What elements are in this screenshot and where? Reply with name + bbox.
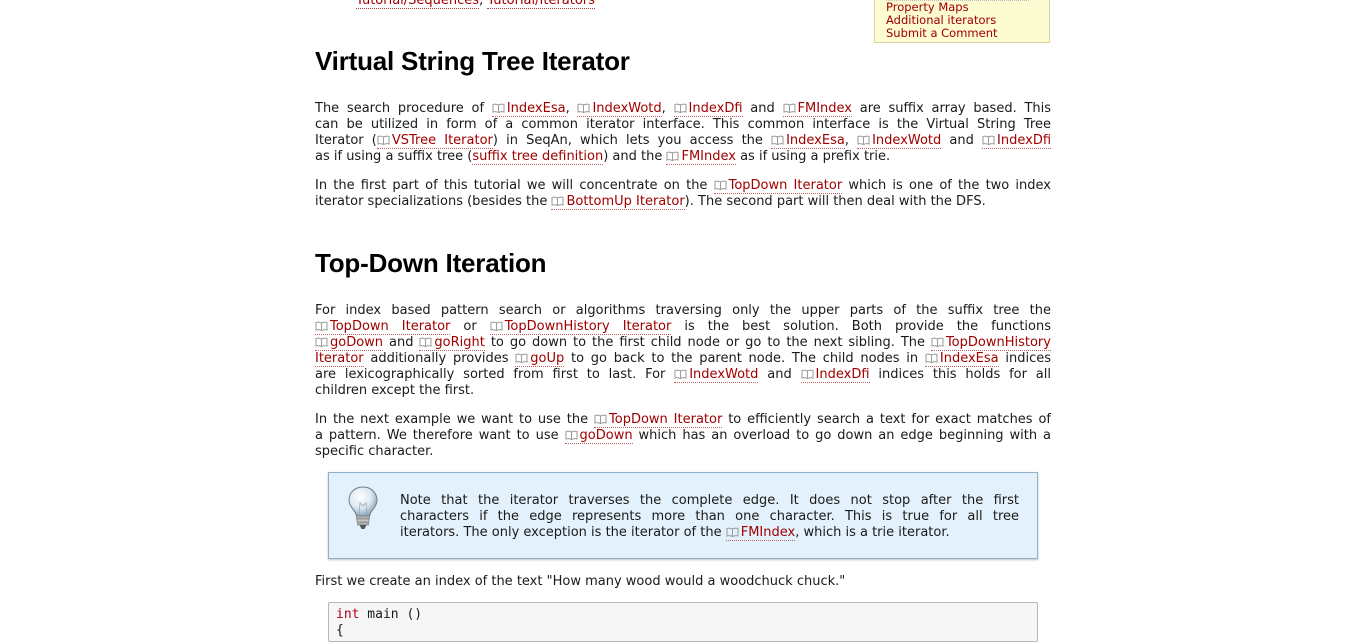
book-icon — [551, 196, 564, 206]
book-icon — [490, 321, 503, 331]
ref-fmindex[interactable]: FMIndex — [782, 101, 852, 117]
book-icon — [565, 430, 578, 440]
ref-godown[interactable]: goDown — [315, 335, 384, 351]
code-text: main () — [359, 607, 423, 622]
text-line: can be utilized in form of a common iter… — [315, 117, 1051, 132]
text-line: For index based pattern search or algori… — [315, 303, 1051, 318]
paragraph-suffix-array-intro: The search procedure of IndexEsa, IndexW… — [315, 101, 1052, 165]
book-icon — [674, 103, 687, 113]
text-line: are lexicographically sorted from first … — [315, 367, 1051, 383]
text-line: as if using a suffix tree (suffix tree d… — [315, 149, 891, 165]
book-icon — [666, 151, 679, 161]
text-line: goDown and goRight to go down to the fir… — [315, 335, 1051, 351]
link-suffix-tree-definition[interactable]: suffix tree definition — [472, 149, 604, 165]
note-text: Note that the iterator traverses the com… — [400, 493, 1019, 541]
code-keyword: int — [336, 607, 360, 622]
book-icon — [931, 337, 944, 347]
link-tutorial-iterators[interactable]: Tutorial/Iterators — [487, 0, 595, 9]
ref-indexesa[interactable]: IndexEsa — [771, 133, 845, 149]
paragraph-tutorial-overview: In the first part of this tutorial we wi… — [315, 178, 1051, 210]
heading-top-down-iteration: Top-Down Iteration — [315, 248, 547, 278]
ref-indexdfi[interactable]: IndexDfi — [982, 133, 1052, 149]
book-icon — [419, 337, 432, 347]
ref-indexesa[interactable]: IndexEsa — [491, 101, 566, 117]
toc-divider — [886, 0, 1029, 1]
code-line: int main () — [336, 607, 1030, 623]
book-icon — [515, 353, 528, 363]
paragraph-topdown-intro: For index based pattern search or algori… — [315, 303, 1051, 399]
book-icon — [674, 369, 687, 379]
text-line: Iterator (VSTree Iterator) in SeqAn, whi… — [315, 133, 1052, 149]
book-icon — [801, 369, 814, 379]
ref-topdown-iterator[interactable]: TopDown Iterator — [594, 412, 723, 428]
ref-indexesa[interactable]: IndexEsa — [924, 351, 999, 367]
text-line: In the first part of this tutorial we wi… — [315, 178, 1051, 194]
ref-fmindex[interactable]: FMIndex — [725, 525, 796, 541]
table-of-contents: Property Maps Additional iterators Submi… — [874, 0, 1050, 43]
book-icon — [783, 103, 795, 113]
text-line: a pattern. We therefore want to use goDo… — [315, 428, 1051, 444]
text-line: TopDown Iterator or TopDownHistory Itera… — [315, 319, 1051, 335]
book-icon — [726, 527, 739, 537]
text-line: iterator specializations (besides the Bo… — [315, 194, 986, 210]
text-line: First we create an index of the text "Ho… — [315, 574, 846, 589]
book-icon — [925, 353, 938, 363]
ref-goright[interactable]: goRight — [419, 335, 485, 351]
text: The search procedure of — [315, 101, 492, 116]
ref-topdown-iterator[interactable]: TopDown Iterator — [713, 178, 843, 194]
book-icon — [315, 321, 328, 331]
ref-vstree-iterator[interactable]: VSTree Iterator — [376, 133, 493, 149]
ref-godown[interactable]: goDown — [564, 428, 633, 444]
paragraph-example-intro: In the next example we want to use the T… — [315, 412, 1051, 460]
prerequisites-links: Tutorial/Sequences, Tutorial/Iterators — [356, 0, 595, 9]
book-icon — [982, 135, 995, 145]
book-icon — [492, 103, 505, 113]
book-icon — [377, 135, 390, 145]
ref-goup[interactable]: goUp — [515, 351, 565, 367]
ref-indexwotd[interactable]: IndexWotd — [577, 101, 662, 117]
ref-topdownhistory[interactable]: TopDownHistory — [930, 335, 1051, 351]
book-icon — [315, 337, 328, 347]
book-icon — [771, 135, 784, 145]
ref-indexwotd[interactable]: IndexWotd — [857, 133, 942, 149]
ref-iterator-continued[interactable]: Iterator — [315, 351, 364, 367]
code-block: int main () { — [328, 602, 1038, 642]
book-icon — [857, 135, 870, 145]
book-icon — [577, 103, 590, 113]
link-tutorial-sequences[interactable]: Tutorial/Sequences — [356, 0, 480, 9]
ref-topdownhistory-iterator[interactable]: TopDownHistory Iterator — [489, 319, 672, 335]
ref-indexdfi[interactable]: IndexDfi — [673, 101, 743, 117]
lightbulb-icon — [348, 486, 378, 529]
ref-fmindex[interactable]: FMIndex — [666, 149, 736, 165]
book-icon — [594, 414, 607, 424]
text-line: specific character. — [315, 444, 434, 459]
text-line: iterators. The only exception is the ite… — [400, 525, 950, 541]
ref-bottomup-iterator[interactable]: BottomUp Iterator — [551, 194, 685, 210]
ref-topdown-iterator[interactable]: TopDown Iterator — [315, 319, 451, 335]
text-line: children except the first. — [315, 383, 475, 398]
text-line: Iterator additionally provides goUp to g… — [315, 351, 1052, 367]
text-line: characters if the edge represents more t… — [400, 509, 1019, 524]
ref-indexwotd[interactable]: IndexWotd — [674, 367, 759, 383]
text-line: In the next example we want to use the T… — [315, 412, 1051, 428]
ref-indexdfi[interactable]: IndexDfi — [800, 367, 870, 383]
code-line: { — [336, 623, 344, 638]
toc-item-submit-comment[interactable]: Submit a Comment — [886, 27, 1038, 40]
heading-virtual-string-tree-iterator: Virtual String Tree Iterator — [315, 46, 630, 76]
text-line: Note that the iterator traverses the com… — [400, 493, 1019, 508]
book-icon — [714, 180, 727, 190]
text-line: The search procedure of IndexEsa, IndexW… — [315, 101, 1052, 117]
paragraph-create-index: First we create an index of the text "Ho… — [315, 574, 1051, 590]
info-note-box: Note that the iterator traverses the com… — [328, 472, 1038, 559]
